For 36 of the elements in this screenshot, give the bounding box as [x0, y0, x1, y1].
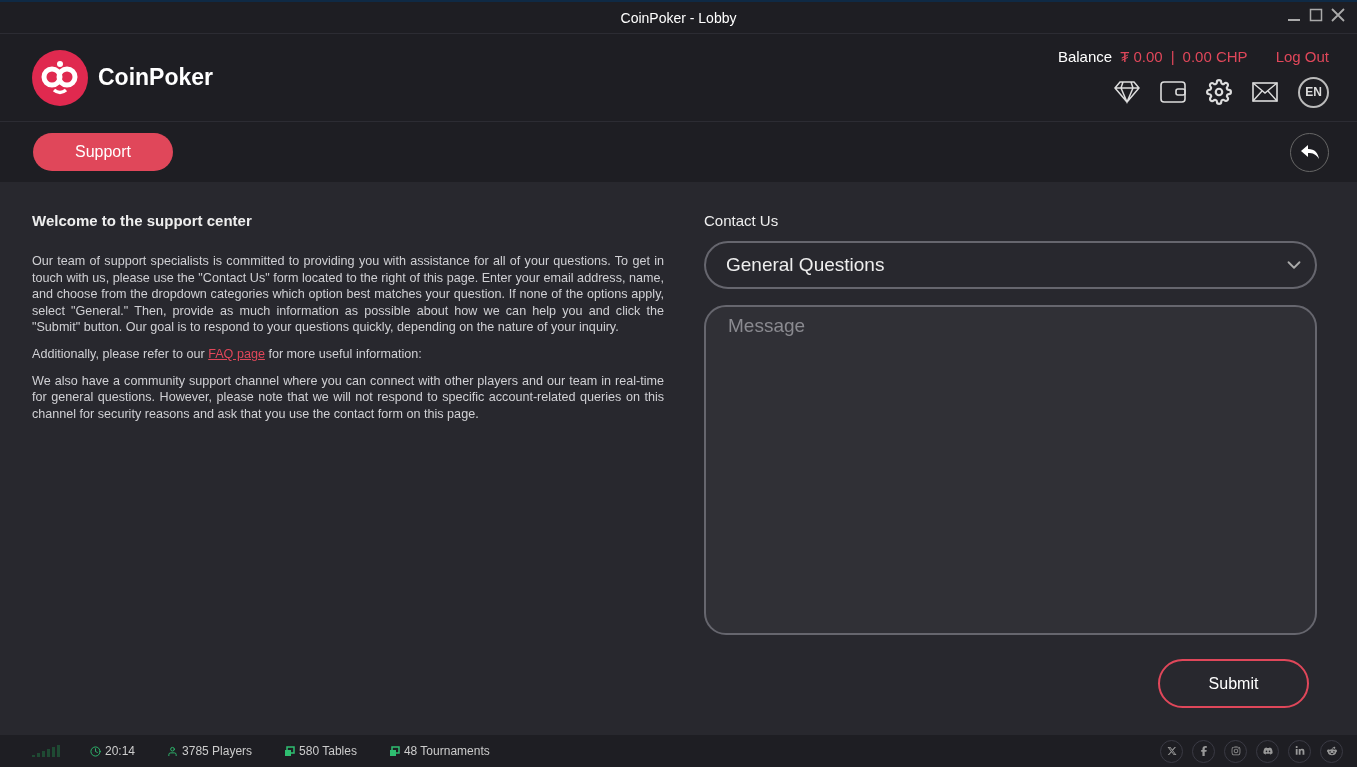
players-count: 3785 Players [182, 744, 253, 758]
clock-icon [90, 745, 101, 757]
time-text: 20:14 [105, 744, 136, 758]
close-icon[interactable] [1331, 8, 1345, 22]
settings-icon[interactable] [1206, 79, 1232, 105]
reply-arrow-icon [1299, 144, 1320, 160]
logout-link[interactable]: Log Out [1275, 47, 1329, 65]
logo-icon [32, 49, 88, 106]
category-dropdown[interactable]: General Questions [704, 241, 1317, 289]
support-tab[interactable]: Support [33, 133, 173, 171]
diamond-icon[interactable] [1114, 80, 1140, 104]
tournaments-count: 48 Tournaments [403, 744, 490, 758]
maximize-icon[interactable] [1309, 8, 1323, 22]
section-heading: Welcome to the support center [32, 212, 253, 229]
wallet-icon[interactable] [1160, 81, 1186, 103]
mail-icon[interactable] [1252, 82, 1278, 102]
window-title: CoinPoker - Lobby [620, 9, 737, 26]
brand-name: CoinPoker [98, 64, 214, 91]
cards-icon [388, 745, 400, 757]
cards-icon [284, 745, 296, 757]
signal-bars-icon [32, 745, 60, 757]
form-heading: Contact Us [704, 212, 780, 229]
reddit-icon[interactable] [1320, 739, 1343, 763]
user-icon [167, 745, 179, 757]
balance-value: ₮ 0.00 [1120, 47, 1163, 65]
separator: | [1170, 47, 1175, 65]
submit-button[interactable]: Submit [1158, 659, 1309, 708]
paragraph: We also have a community support channel where you can connect with other players and our team in real-time for general questions. However, please note that we will not respond to specific account-related queries on this channel for security reasons and ask that you use the contact form on this page. [32, 372, 664, 423]
faq-link[interactable]: FAQ page [208, 346, 265, 361]
paragraph: Our team of support specialists is committed to providing you with assistance for all of your questions. To get in touch with us, please use the "Contact Us" form located to the right of this page. Enter your email address, name, and choose from the dropdown categories which option best matches your question. If none of the options apply, select "General." Then, provide as much information as possible about how we can help you and click the "Submit" button. Our goal is to respond to your questions quickly, depending on the nature of your inquiry. [32, 253, 664, 336]
tables-count: 580 Tables [299, 744, 357, 758]
paragraph: Additionally, please refer to our FAQ page for more useful information: [32, 345, 423, 363]
balance-value: 0.00 CHP [1182, 47, 1248, 65]
message-field[interactable]: Message [704, 305, 1317, 635]
balance-label: Balance [1057, 47, 1113, 65]
language-button[interactable]: EN [1298, 76, 1329, 108]
